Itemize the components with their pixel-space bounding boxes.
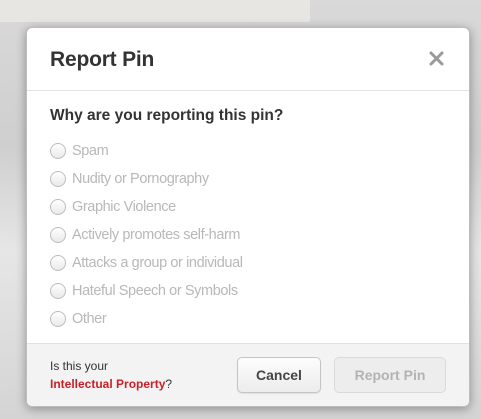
reason-option-other[interactable]: Other — [50, 305, 446, 333]
report-reason-list: Spam Nudity or Pornography Graphic Viole… — [50, 137, 446, 333]
dialog-header: Report Pin — [27, 28, 469, 91]
radio-button[interactable] — [50, 171, 66, 187]
reason-option-nudity[interactable]: Nudity or Pornography — [50, 165, 446, 193]
option-label: Actively promotes self-harm — [72, 227, 241, 243]
intellectual-property-link[interactable]: Intellectual Property — [50, 377, 165, 391]
option-label: Nudity or Pornography — [72, 171, 209, 187]
backdrop-strip — [0, 0, 310, 22]
close-icon — [429, 51, 444, 66]
dialog-title: Report Pin — [50, 48, 155, 71]
radio-button[interactable] — [50, 199, 66, 215]
close-button[interactable] — [423, 44, 451, 72]
reason-option-hateful-speech[interactable]: Hateful Speech or Symbols — [50, 277, 446, 305]
ip-prompt-text: Is this your — [50, 359, 109, 373]
reason-option-attacks[interactable]: Attacks a group or individual — [50, 249, 446, 277]
radio-button[interactable] — [50, 143, 66, 159]
report-pin-dialog: Report Pin Why are you reporting this pi… — [26, 27, 470, 407]
option-label: Spam — [72, 143, 109, 159]
radio-button[interactable] — [50, 255, 66, 271]
report-question: Why are you reporting this pin? — [50, 107, 284, 124]
reason-option-self-harm[interactable]: Actively promotes self-harm — [50, 221, 446, 249]
reason-option-graphic-violence[interactable]: Graphic Violence — [50, 193, 446, 221]
option-label: Graphic Violence — [72, 199, 176, 215]
option-label: Attacks a group or individual — [72, 255, 243, 271]
option-label: Other — [72, 311, 107, 327]
dialog-footer: Is this your Intellectual Property? Canc… — [27, 343, 469, 406]
radio-button[interactable] — [50, 311, 66, 327]
dialog-body: Why are you reporting this pin? Spam Nud… — [27, 91, 469, 362]
ip-prompt: Is this your Intellectual Property? — [50, 357, 172, 393]
report-pin-button[interactable]: Report Pin — [334, 357, 446, 393]
ip-prompt-suffix: ? — [165, 377, 173, 391]
reason-option-spam[interactable]: Spam — [50, 137, 446, 165]
cancel-button[interactable]: Cancel — [237, 357, 321, 393]
radio-button[interactable] — [50, 283, 66, 299]
option-label: Hateful Speech or Symbols — [72, 283, 238, 299]
radio-button[interactable] — [50, 227, 66, 243]
